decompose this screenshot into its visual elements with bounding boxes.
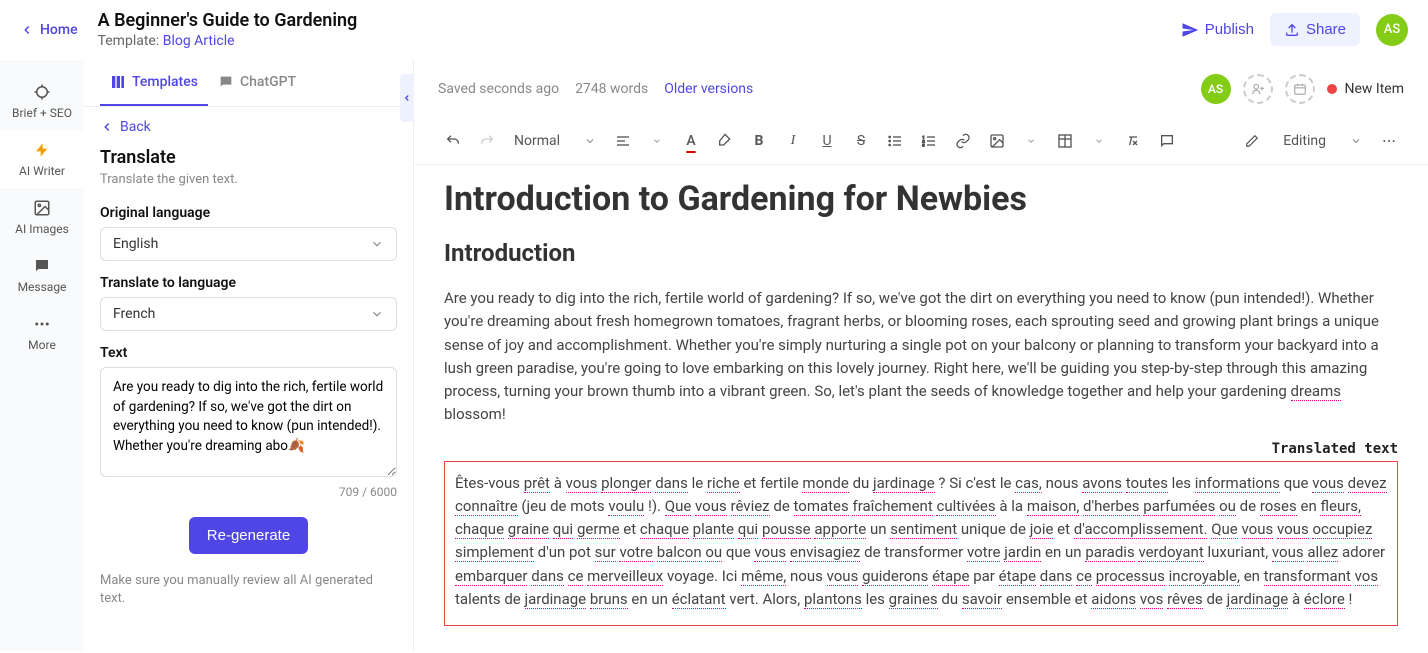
user-plus-icon bbox=[1251, 82, 1265, 96]
editing-mode-select[interactable]: Editing bbox=[1237, 129, 1370, 153]
target-language-label: Translate to language bbox=[100, 275, 397, 291]
nav-brief-seo[interactable]: Brief + SEO bbox=[0, 72, 84, 130]
upload-icon bbox=[1284, 22, 1300, 38]
redo-icon bbox=[479, 133, 495, 149]
chevron-left-icon bbox=[402, 93, 412, 103]
text-label: Text bbox=[100, 345, 397, 361]
nav-message[interactable]: Message bbox=[0, 246, 84, 304]
chevron-down-icon bbox=[1350, 135, 1362, 147]
share-button[interactable]: Share bbox=[1270, 13, 1360, 46]
list-number-icon: 123 bbox=[921, 133, 937, 149]
chevron-down-icon bbox=[370, 237, 384, 251]
word-count: 2748 words bbox=[575, 81, 648, 97]
nav-ai-images[interactable]: AI Images bbox=[0, 188, 84, 246]
user-avatar[interactable]: AS bbox=[1376, 14, 1408, 46]
chevron-down-icon bbox=[652, 136, 662, 146]
chat-icon bbox=[218, 74, 234, 90]
paragraph-style-select[interactable]: Normal bbox=[506, 129, 604, 153]
tab-chatgpt[interactable]: ChatGPT bbox=[208, 60, 306, 106]
more-options-button[interactable] bbox=[1374, 126, 1404, 156]
template-line: Template: Blog Article bbox=[98, 33, 1181, 49]
bold-button[interactable]: B bbox=[744, 126, 774, 156]
list-bullet-icon bbox=[887, 133, 903, 149]
text-color-button[interactable]: A bbox=[676, 126, 706, 156]
nav-more[interactable]: More bbox=[0, 304, 84, 362]
redo-button[interactable] bbox=[472, 126, 502, 156]
home-label: Home bbox=[40, 22, 78, 38]
status-dot-icon bbox=[1327, 84, 1337, 94]
comment-button[interactable] bbox=[1152, 126, 1182, 156]
tool-description: Translate the given text. bbox=[100, 172, 397, 187]
highlighter-icon bbox=[717, 133, 733, 149]
regenerate-button[interactable]: Re-generate bbox=[189, 517, 308, 554]
add-date-button[interactable] bbox=[1285, 74, 1315, 104]
strikethrough-button[interactable]: S bbox=[846, 126, 876, 156]
dots-icon bbox=[33, 315, 51, 333]
chevron-down-icon bbox=[370, 307, 384, 321]
intro-paragraph[interactable]: Are you ready to dig into the rich, fert… bbox=[444, 287, 1398, 427]
target-language-select[interactable]: French bbox=[100, 297, 397, 331]
collaborator-avatar[interactable]: AS bbox=[1201, 74, 1231, 104]
clear-format-icon bbox=[1125, 133, 1141, 149]
bullet-list-button[interactable] bbox=[880, 126, 910, 156]
collapse-panel-button[interactable] bbox=[400, 74, 414, 122]
translated-text-box[interactable]: Êtes-vous prêt à vous plonger dans le ri… bbox=[444, 461, 1398, 627]
chevron-left-icon bbox=[20, 23, 34, 37]
home-link[interactable]: Home bbox=[20, 22, 78, 38]
chevron-down-icon bbox=[1094, 136, 1104, 146]
publish-button[interactable]: Publish bbox=[1181, 21, 1254, 39]
document-heading-1[interactable]: Introduction to Gardening for Newbies bbox=[444, 179, 1398, 219]
translated-text-label: Translated text bbox=[444, 441, 1398, 457]
undo-button[interactable] bbox=[438, 126, 468, 156]
new-item-status[interactable]: New Item bbox=[1327, 81, 1405, 97]
translate-text-input[interactable] bbox=[100, 367, 397, 477]
doc-title: A Beginner's Guide to Gardening bbox=[98, 10, 1181, 31]
nav-ai-writer[interactable]: AI Writer bbox=[0, 130, 84, 188]
link-icon bbox=[955, 133, 971, 149]
templates-icon bbox=[110, 74, 126, 90]
svg-text:3: 3 bbox=[922, 142, 924, 147]
underline-button[interactable]: U bbox=[812, 126, 842, 156]
table-dropdown[interactable] bbox=[1084, 126, 1114, 156]
calendar-icon bbox=[1293, 82, 1307, 96]
back-link[interactable]: Back bbox=[84, 107, 413, 147]
document-heading-2[interactable]: Introduction bbox=[444, 239, 1398, 267]
original-language-select[interactable]: English bbox=[100, 227, 397, 261]
image-icon bbox=[33, 199, 51, 217]
message-icon bbox=[33, 257, 51, 275]
numbered-list-button[interactable]: 123 bbox=[914, 126, 944, 156]
link-button[interactable] bbox=[948, 126, 978, 156]
comment-icon bbox=[1159, 133, 1175, 149]
add-collaborator-button[interactable] bbox=[1243, 74, 1273, 104]
table-icon bbox=[1057, 133, 1073, 149]
image-icon bbox=[989, 133, 1005, 149]
table-button[interactable] bbox=[1050, 126, 1080, 156]
pencil-icon bbox=[1245, 134, 1259, 148]
bolt-icon bbox=[34, 142, 50, 158]
align-button[interactable] bbox=[608, 126, 638, 156]
tab-templates[interactable]: Templates bbox=[100, 60, 208, 106]
tool-title: Translate bbox=[100, 147, 397, 168]
image-button[interactable] bbox=[982, 126, 1012, 156]
highlight-button[interactable] bbox=[710, 126, 740, 156]
template-link[interactable]: Blog Article bbox=[163, 33, 235, 49]
align-left-icon bbox=[615, 133, 631, 149]
chevron-left-icon bbox=[100, 120, 114, 134]
save-status: Saved seconds ago bbox=[438, 81, 559, 97]
char-count: 709 / 6000 bbox=[100, 485, 397, 499]
image-dropdown[interactable] bbox=[1016, 126, 1046, 156]
align-dropdown[interactable] bbox=[642, 126, 672, 156]
older-versions-link[interactable]: Older versions bbox=[664, 81, 753, 97]
review-warning: Make sure you manually review all AI gen… bbox=[100, 572, 397, 608]
original-language-label: Original language bbox=[100, 205, 397, 221]
target-icon bbox=[33, 83, 51, 101]
italic-button[interactable]: I bbox=[778, 126, 808, 156]
dots-icon bbox=[1381, 133, 1397, 149]
chevron-down-icon bbox=[1026, 136, 1036, 146]
chevron-down-icon bbox=[584, 135, 596, 147]
send-icon bbox=[1181, 21, 1199, 39]
undo-icon bbox=[445, 133, 461, 149]
clear-format-button[interactable] bbox=[1118, 126, 1148, 156]
